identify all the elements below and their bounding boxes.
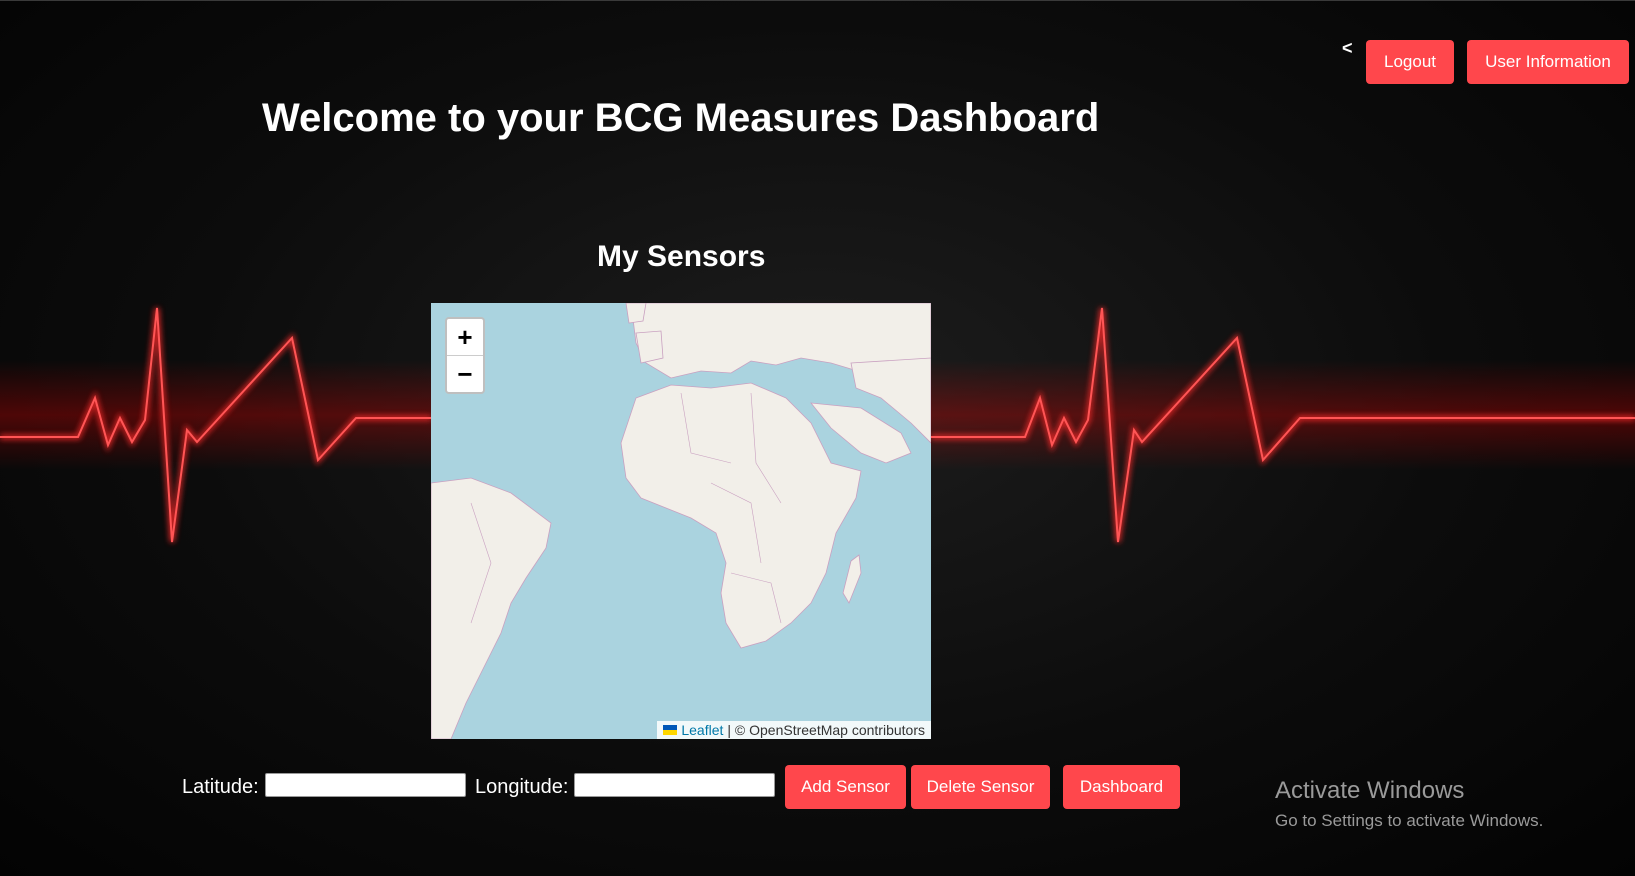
zoom-out-button[interactable]: − <box>447 356 483 392</box>
activate-windows-subtitle: Go to Settings to activate Windows. <box>1275 811 1544 830</box>
zoom-in-button[interactable]: + <box>447 319 483 356</box>
zoom-control: + − <box>445 317 485 394</box>
top-border <box>0 0 1635 1</box>
logout-button[interactable]: Logout <box>1366 40 1454 84</box>
map-land-tiles <box>431 303 931 739</box>
latitude-input[interactable] <box>265 773 466 797</box>
activate-windows-title: Activate Windows <box>1275 777 1465 804</box>
ukraine-flag-icon <box>663 725 678 735</box>
map-attribution: Leaflet | © OpenStreetMap contributors <box>657 721 931 739</box>
attribution-text: | © OpenStreetMap contributors <box>727 722 925 738</box>
activate-windows-watermark: Activate Windows Go to Settings to activ… <box>1275 777 1543 831</box>
longitude-input[interactable] <box>574 773 775 797</box>
user-information-button[interactable]: User Information <box>1467 40 1629 84</box>
delete-sensor-button[interactable]: Delete Sensor <box>911 765 1050 809</box>
page-title: Welcome to your BCG Measures Dashboard <box>262 96 1100 140</box>
section-title: My Sensors <box>597 240 766 273</box>
sensor-map[interactable]: + − Leaflet | © OpenStreetMap contributo… <box>431 303 931 739</box>
dashboard-button[interactable]: Dashboard <box>1063 765 1180 809</box>
longitude-label: Longitude: <box>475 776 569 798</box>
back-arrow[interactable]: < <box>1342 38 1353 59</box>
add-sensor-button[interactable]: Add Sensor <box>785 765 906 809</box>
leaflet-link[interactable]: Leaflet <box>681 722 723 738</box>
latitude-label: Latitude: <box>182 776 259 798</box>
